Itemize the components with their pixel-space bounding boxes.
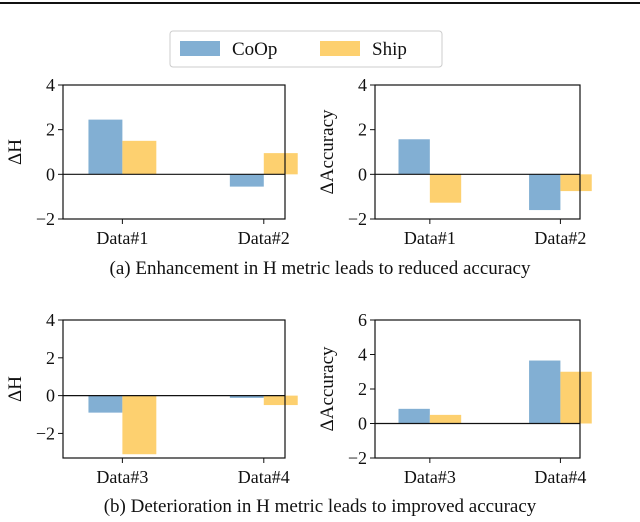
bar-ship-Data3	[122, 395, 157, 455]
bar-ship-Data4	[560, 371, 592, 424]
y-axis-label: ΔH	[5, 139, 26, 165]
bar-coop-Data1	[398, 139, 430, 175]
x-tick-label: Data#2	[238, 228, 290, 248]
subplot-3: −2 0 2 4 Data#3 Data#4 ΔH	[5, 310, 298, 487]
y-axis-label: ΔAccuracy	[317, 109, 338, 194]
bar-coop-Data2	[529, 174, 561, 211]
y-tick-label: 6	[358, 310, 367, 330]
legend-label-ship: Ship	[372, 39, 407, 60]
bar-coop-Data3	[88, 395, 123, 413]
y-tick-label: 0	[46, 386, 55, 406]
legend: CoOp Ship	[169, 30, 443, 68]
x-tick-label: Data#4	[534, 467, 586, 487]
x-tick-label: Data#2	[534, 228, 586, 248]
y-tick-label: 2	[358, 120, 367, 140]
y-tick-label: 2	[358, 379, 367, 399]
x-tick-label: Data#4	[238, 467, 290, 487]
x-tick-label: Data#3	[404, 467, 456, 487]
y-tick-label: 4	[46, 75, 55, 95]
bar-ship-Data2	[263, 153, 298, 175]
subplot-4: −2 0 2 4 6 Data#3 Data#4 ΔAccuracy	[317, 310, 592, 487]
y-tick-label: 4	[358, 345, 367, 365]
bar-ship-Data2	[560, 174, 592, 192]
legend-swatch-ship	[320, 41, 360, 56]
x-tick-label: Data#1	[404, 228, 456, 248]
y-tick-label: 4	[358, 75, 367, 95]
y-tick-label: 0	[358, 414, 367, 434]
y-tick-label: 4	[46, 310, 55, 330]
bar-ship-Data1	[122, 140, 157, 175]
y-tick-label: −2	[36, 423, 55, 443]
y-tick-label: −2	[348, 209, 367, 229]
y-axis-label: ΔH	[5, 376, 26, 402]
y-axis-label: ΔAccuracy	[317, 346, 338, 431]
caption-b: (b) Deterioration in H metric leads to i…	[103, 496, 537, 517]
x-tick-label: Data#1	[96, 228, 148, 248]
y-tick-label: −2	[36, 209, 55, 229]
subplot-1: −2 0 2 4 Data#1 Data#2 ΔH	[5, 75, 298, 248]
y-tick-label: 2	[46, 348, 55, 368]
caption-a: (a) Enhancement in H metric leads to red…	[109, 258, 531, 279]
y-tick-label: −2	[348, 448, 367, 468]
subplot-2: −2 0 2 4 Data#1 Data#2 ΔAccuracy	[317, 75, 592, 248]
axes-frame	[62, 319, 286, 459]
bar-coop-Data4	[529, 360, 561, 424]
bar-coop-Data3	[398, 408, 430, 424]
y-tick-label: 0	[358, 164, 367, 184]
bar-coop-Data2	[229, 174, 264, 187]
bar-ship-Data3	[429, 414, 462, 424]
x-tick-label: Data#3	[96, 467, 148, 487]
legend-swatch-coop	[180, 41, 220, 56]
bar-coop-Data1	[88, 119, 123, 175]
bar-ship-Data1	[429, 174, 462, 203]
y-tick-label: 0	[46, 164, 55, 184]
y-tick-label: 2	[46, 120, 55, 140]
bar-ship-Data4	[263, 395, 298, 406]
figure: CoOp Ship −2 0 2 4 Data#1 Data#2 ΔH −2 0 2 4 Data#1 D…	[0, 0, 640, 522]
legend-label-coop: CoOp	[232, 39, 277, 60]
